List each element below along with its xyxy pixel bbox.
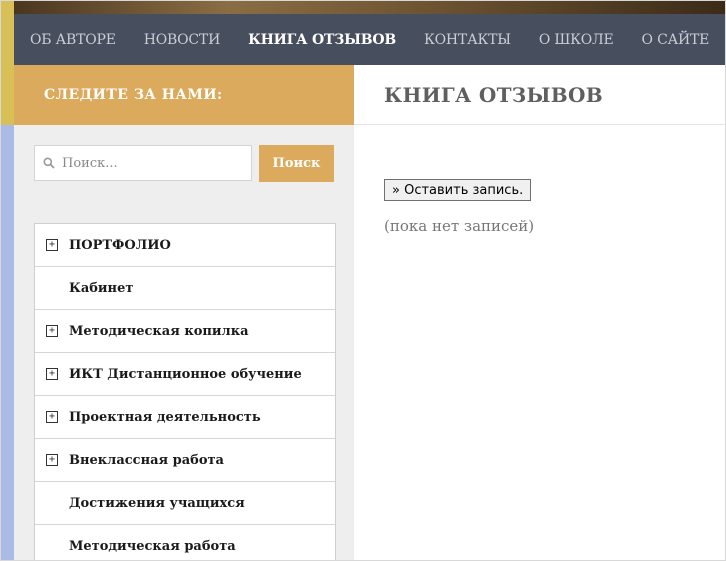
search-button[interactable]: Поиск (259, 145, 334, 182)
header-banner-image (14, 1, 725, 14)
sidebar-item-project-activity[interactable]: + Проектная деятельность (35, 396, 335, 439)
left-edge-gold (1, 1, 14, 125)
expand-plus-icon[interactable]: + (46, 239, 58, 251)
sidebar-item-label: Проектная деятельность (69, 409, 261, 425)
sidebar-item-ict-distance-learning[interactable]: + ИКТ Дистанционное обучение (35, 353, 335, 396)
sidebar-item-label: Внеклассная работа (69, 452, 224, 468)
nav-item-news[interactable]: НОВОСТИ (144, 32, 221, 48)
left-edge-blue (1, 125, 14, 560)
search-field[interactable] (34, 145, 252, 181)
sidebar-item-label: Методическая работа (69, 538, 236, 554)
page-title: КНИГА ОТЗЫВОВ (384, 82, 603, 107)
top-navigation: ОБ АВТОРЕ НОВОСТИ КНИГА ОТЗЫВОВ КОНТАКТЫ… (14, 14, 725, 65)
sidebar-header: СЛЕДИТЕ ЗА НАМИ: (14, 65, 354, 125)
sidebar-item-label: ПОРТФОЛИО (69, 237, 171, 253)
expand-plus-icon[interactable]: + (46, 325, 58, 337)
expand-plus-icon[interactable]: + (46, 368, 58, 380)
expand-plus-icon[interactable]: + (46, 454, 58, 466)
sidebar-menu: + ПОРТФОЛИО Кабинет + Методическая копил… (34, 223, 336, 560)
sidebar-item-methodical-work[interactable]: Методическая работа (35, 525, 335, 560)
nav-item-about-site[interactable]: О САЙТЕ (642, 32, 710, 48)
main-header: КНИГА ОТЗЫВОВ (354, 65, 725, 125)
sidebar: Поиск + ПОРТФОЛИО Кабинет + Методическая… (14, 125, 354, 560)
sidebar-item-label: Достижения учащихся (69, 495, 245, 511)
nav-item-about-school[interactable]: О ШКОЛЕ (539, 32, 614, 48)
leave-entry-button[interactable]: » Оставить запись. (384, 179, 532, 201)
sidebar-item-extracurricular[interactable]: + Внеклассная работа (35, 439, 335, 482)
sidebar-item-label: ИКТ Дистанционное обучение (69, 366, 302, 382)
empty-entries-text: (пока нет записей) (384, 217, 535, 235)
expand-plus-icon[interactable]: + (46, 411, 58, 423)
nav-item-about-author[interactable]: ОБ АВТОРЕ (30, 32, 116, 48)
sidebar-item-label: Методическая копилка (69, 323, 249, 339)
sidebar-title: СЛЕДИТЕ ЗА НАМИ: (44, 87, 223, 103)
sidebar-item-label: Кабинет (69, 280, 134, 296)
sidebar-item-cabinet[interactable]: Кабинет (35, 267, 335, 310)
sidebar-item-portfolio[interactable]: + ПОРТФОЛИО (35, 224, 335, 267)
sidebar-item-methodical-collection[interactable]: + Методическая копилка (35, 310, 335, 353)
page-frame: ОБ АВТОРЕ НОВОСТИ КНИГА ОТЗЫВОВ КОНТАКТЫ… (0, 0, 726, 561)
search-icon (43, 157, 55, 169)
nav-item-guestbook[interactable]: КНИГА ОТЗЫВОВ (248, 32, 396, 48)
nav-item-contacts[interactable]: КОНТАКТЫ (424, 32, 511, 48)
sidebar-item-student-achievements[interactable]: Достижения учащихся (35, 482, 335, 525)
search-input[interactable] (60, 154, 234, 172)
